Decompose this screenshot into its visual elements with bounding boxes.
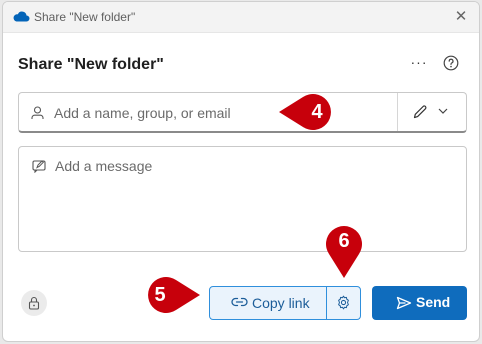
gear-icon (338, 295, 349, 310)
message-icon (32, 160, 46, 173)
close-button[interactable]: ✕ (451, 7, 471, 27)
link-settings-button[interactable] (327, 287, 360, 319)
send-label: Send (416, 294, 451, 310)
window-title: Share "New folder" (34, 10, 136, 24)
dialog-heading: Share "New folder" (18, 56, 164, 73)
recipient-input[interactable]: Add a name, group, or email (18, 92, 467, 133)
link-settings-lock-button[interactable] (21, 290, 47, 316)
callout-5: 5 (134, 276, 202, 314)
message-placeholder: Add a message (55, 158, 153, 174)
lock-icon (28, 296, 40, 310)
send-button[interactable]: Send (372, 286, 467, 320)
message-input[interactable]: Add a message (18, 146, 467, 252)
more-options-icon: ··· (410, 54, 428, 70)
pencil-icon (413, 105, 427, 119)
callout-4-number: 4 (311, 101, 323, 123)
onedrive-cloud-icon (13, 11, 30, 22)
callout-6-number: 6 (338, 230, 350, 252)
copy-link-group: Copy link (209, 286, 361, 320)
recipient-placeholder: Add a name, group, or email (54, 105, 231, 121)
copy-link-label: Copy link (252, 295, 310, 311)
copy-link-button[interactable]: Copy link (210, 287, 326, 319)
help-icon[interactable] (443, 55, 459, 71)
link-icon (231, 297, 248, 307)
send-icon (396, 296, 412, 310)
callout-5-number: 5 (154, 284, 166, 306)
title-bar: Share "New folder" ✕ (3, 2, 479, 33)
callout-4: 4 (277, 93, 345, 131)
more-options-button[interactable]: ··· (407, 54, 431, 74)
share-dialog: Share "New folder" ✕ Share "New folder" … (2, 1, 480, 342)
close-icon: ✕ (454, 8, 468, 25)
chevron-down-icon (438, 108, 448, 114)
permission-dropdown[interactable] (398, 93, 466, 132)
person-icon (31, 106, 44, 119)
callout-6: 6 (323, 218, 365, 280)
